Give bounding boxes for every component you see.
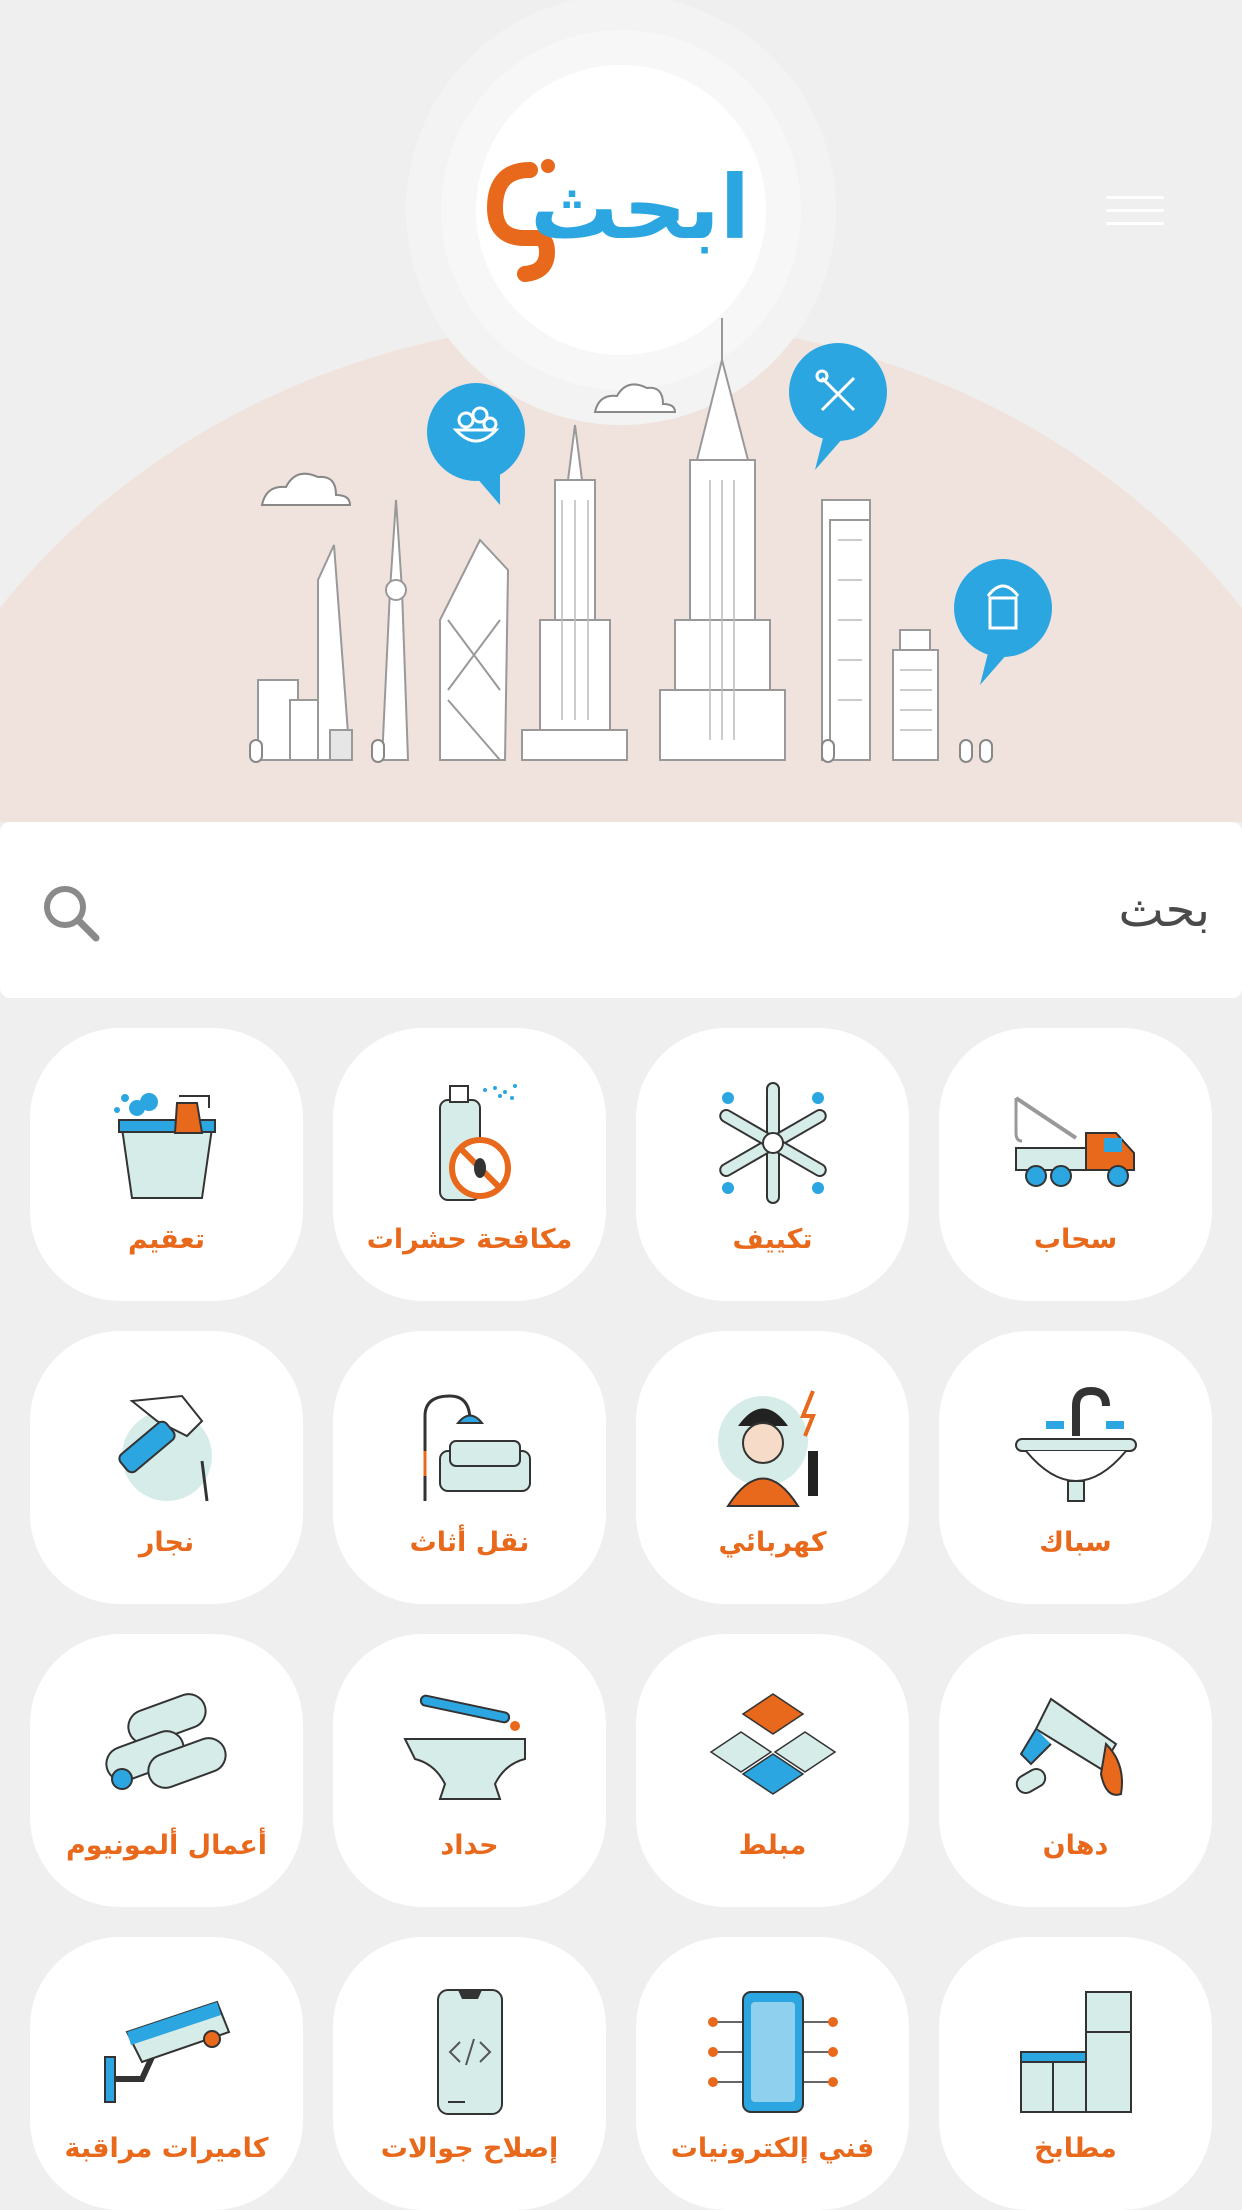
category-tile-pest[interactable]: مكافحة حشرات bbox=[333, 1028, 606, 1301]
category-tile-phone-repair[interactable]: إصلاح جوالات bbox=[333, 1937, 606, 2210]
circuit-phone-icon bbox=[708, 1991, 838, 2113]
security-camera-icon bbox=[104, 2000, 231, 2103]
pest-spray-icon bbox=[439, 1084, 517, 1201]
category-tile-carpenter[interactable]: نجار bbox=[30, 1331, 303, 1604]
category-tile-sterilize[interactable]: تعقيم bbox=[30, 1028, 303, 1301]
category-tile-painter[interactable]: دهان bbox=[939, 1634, 1212, 1907]
category-label: كاميرات مراقبة bbox=[64, 2133, 269, 2164]
category-label: تكييف bbox=[732, 1224, 813, 1255]
category-label: دهان bbox=[1042, 1830, 1109, 1861]
cleaning-bucket-icon bbox=[114, 1093, 216, 1199]
category-label: كهربائي bbox=[718, 1527, 827, 1558]
category-label: حداد bbox=[440, 1830, 499, 1861]
category-label: مكافحة حشرات bbox=[366, 1224, 573, 1255]
category-tile-tiler[interactable]: مبلط bbox=[636, 1634, 909, 1907]
tow-truck-icon bbox=[1014, 1096, 1135, 1187]
category-tile-cameras[interactable]: كاميرات مراقبة bbox=[30, 1937, 303, 2210]
sofa-lamp-icon bbox=[423, 1394, 531, 1501]
sink-faucet-icon bbox=[1015, 1386, 1137, 1502]
paint-brush-icon bbox=[1015, 1697, 1123, 1796]
category-tile-aluminum[interactable]: أعمال ألمونيوم bbox=[30, 1634, 303, 1907]
category-label: نقل أثاث bbox=[409, 1527, 530, 1558]
category-label: فني إلكترونيات bbox=[670, 2133, 875, 2164]
category-label: مبلط bbox=[738, 1830, 807, 1861]
kitchen-cabinet-icon bbox=[1020, 1991, 1132, 2113]
hero-banner: ابحث bbox=[0, 0, 1242, 822]
hammer-icon bbox=[118, 1394, 212, 1502]
category-tile-kitchens[interactable]: مطابخ bbox=[939, 1937, 1212, 2210]
category-tile-ac[interactable]: تكييف bbox=[636, 1028, 909, 1301]
category-tile-electronics[interactable]: فني إلكترونيات bbox=[636, 1937, 909, 2210]
category-tile-tow[interactable]: سحاب bbox=[939, 1028, 1212, 1301]
category-label: إصلاح جوالات bbox=[380, 2133, 559, 2164]
category-tile-plumber[interactable]: سباك bbox=[939, 1331, 1212, 1604]
mobile-phone-icon bbox=[437, 1989, 503, 2115]
category-label: أعمال ألمونيوم bbox=[65, 1830, 268, 1861]
category-label: سحاب bbox=[1033, 1224, 1118, 1255]
search-input[interactable] bbox=[130, 862, 1210, 958]
category-label: مطابخ bbox=[1034, 2133, 1117, 2164]
aluminum-pipes-icon bbox=[105, 1693, 227, 1790]
category-grid: سحاب تكييف مكافحة حشرات تعقيم سباك كهربا… bbox=[30, 1028, 1212, 2210]
category-label: سباك bbox=[1039, 1527, 1112, 1558]
category-label: تعقيم bbox=[127, 1224, 205, 1255]
hamburger-menu-icon[interactable] bbox=[1106, 196, 1164, 226]
search-icon[interactable] bbox=[40, 882, 104, 946]
snowflake-icon bbox=[719, 1082, 827, 1204]
anvil-icon bbox=[403, 1694, 526, 1800]
electrician-icon bbox=[718, 1390, 818, 1507]
category-tile-electrician[interactable]: كهربائي bbox=[636, 1331, 909, 1604]
category-label: نجار bbox=[138, 1527, 195, 1558]
search-bar bbox=[0, 822, 1242, 998]
city-skyline-illustration bbox=[0, 0, 1242, 822]
category-tile-blacksmith[interactable]: حداد bbox=[333, 1634, 606, 1907]
floor-tiles-icon bbox=[709, 1693, 837, 1795]
category-tile-furniture[interactable]: نقل أثاث bbox=[333, 1331, 606, 1604]
